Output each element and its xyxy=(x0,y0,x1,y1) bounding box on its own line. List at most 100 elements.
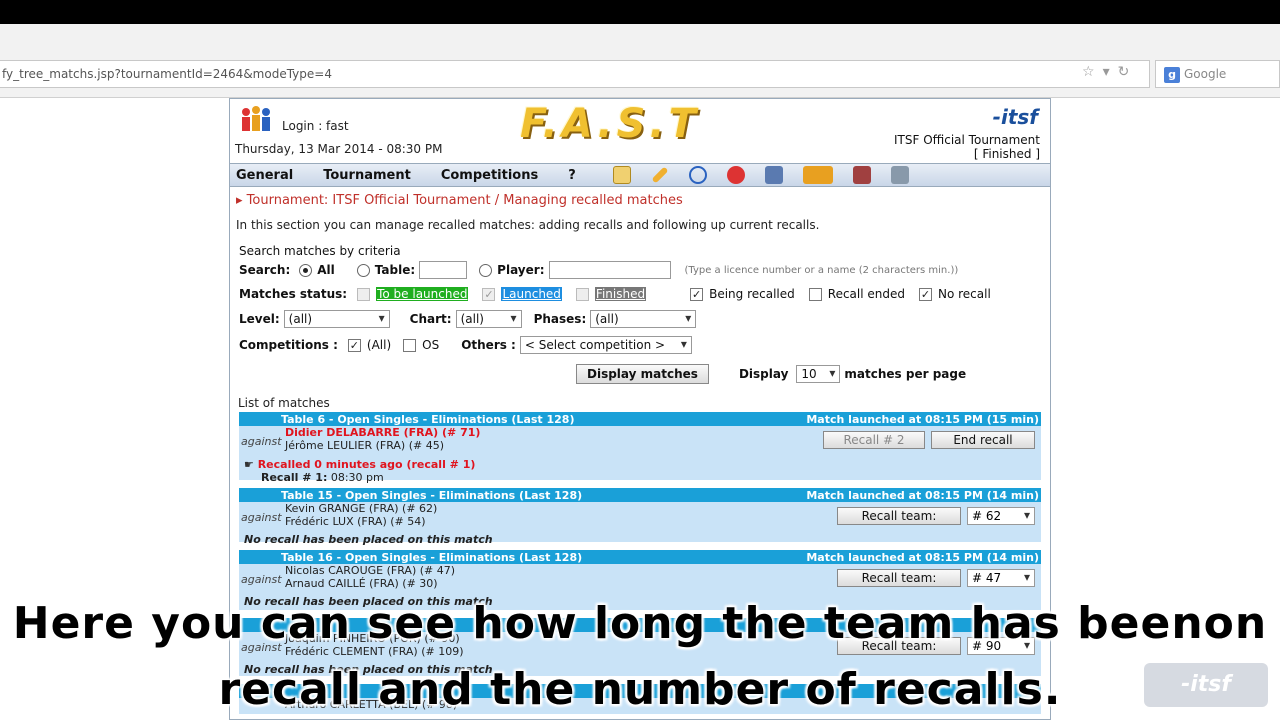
competitions-row: Competitions : ✓ (All) OS Others : < Sel… xyxy=(239,332,1041,358)
search-section-label: Search matches by criteria xyxy=(239,244,401,258)
recall-time-value: 08:30 pm xyxy=(330,471,384,484)
match-launched: Match launched at 08:15 PM (15 min) xyxy=(806,412,1039,426)
recall-again-button[interactable]: Recall # 2 xyxy=(823,431,925,449)
match-title: Table 15 - Open Singles - Eliminations (… xyxy=(281,488,583,502)
no-recall-note: No recall has been placed on this match xyxy=(244,533,493,546)
status-launched: Launched xyxy=(501,287,562,301)
nav-tournament[interactable]: Tournament xyxy=(317,168,417,183)
radio-all[interactable] xyxy=(299,263,313,277)
display-matches-button[interactable]: Display matches xyxy=(576,364,709,384)
address-bar[interactable]: fy_tree_matchs.jsp?tournamentId=2464&mod… xyxy=(0,60,1150,88)
address-bar-icons: ☆ ▾ ↻ xyxy=(1082,64,1129,80)
search-icon[interactable] xyxy=(689,166,707,184)
check-launched[interactable]: ✓ xyxy=(482,287,496,301)
search-engine-label: Google xyxy=(1184,67,1227,81)
others-label: Others : xyxy=(461,338,516,352)
foosball-table-icon[interactable] xyxy=(853,166,871,184)
reload-icon[interactable]: ↻ xyxy=(1118,64,1130,80)
phases-select[interactable]: (all) xyxy=(590,310,697,328)
match-header: Table 15 - Open Singles - Eliminations (… xyxy=(239,488,1041,502)
dropdown-arrow-icon[interactable]: ▾ xyxy=(1103,64,1110,80)
check-comp-all[interactable]: ✓ xyxy=(347,338,361,352)
table-swap-icon[interactable] xyxy=(765,166,783,184)
match-header: Table 16 - Open Singles - Eliminations (… xyxy=(239,550,1041,564)
match-header: Table 6 - Open Singles - Eliminations (L… xyxy=(239,412,1041,426)
match-card: Table 15 - Open Singles - Eliminations (… xyxy=(239,488,1041,546)
comp-os-label: OS xyxy=(422,338,440,352)
chart-select[interactable]: (all) xyxy=(455,310,522,328)
radio-all-label: All xyxy=(317,263,335,277)
status-to-be-launched: To be launched xyxy=(376,287,469,301)
no-recall-label: No recall xyxy=(938,287,991,301)
recall-team-select[interactable]: # 47 xyxy=(967,569,1035,587)
status-label: Matches status: xyxy=(239,287,348,301)
app-header: Login : fast Thursday, 13 Mar 2014 - 08:… xyxy=(230,99,1050,163)
login-label: Login : fast xyxy=(282,119,349,133)
recall-status: ☛ Recalled 0 minutes ago (recall # 1) xyxy=(239,452,1041,471)
pencil-icon[interactable] xyxy=(651,166,669,184)
check-recall-ended[interactable] xyxy=(808,287,822,301)
level-select[interactable]: (all) xyxy=(283,310,390,328)
recall-team-select[interactable]: # 62 xyxy=(967,507,1035,525)
players-icon[interactable] xyxy=(727,166,745,184)
check-to-be-launched[interactable] xyxy=(357,287,371,301)
radio-table-label: Table: xyxy=(374,263,416,277)
match-actions: Recall team: # 62 xyxy=(837,507,1035,525)
check-being-recalled[interactable]: ✓ xyxy=(690,287,704,301)
competitions-label: Competitions : xyxy=(239,338,338,352)
recall-time-label: Recall # 1: xyxy=(261,471,328,484)
against-label: against xyxy=(241,435,282,448)
match-actions: Recall team: # 47 xyxy=(837,569,1035,587)
radio-table[interactable] xyxy=(356,263,370,277)
caption-line-2: recall and the number of recalls. xyxy=(218,664,1062,715)
nav-general[interactable]: General xyxy=(230,168,299,183)
match-title: Table 6 - Open Singles - Eliminations (L… xyxy=(281,412,575,426)
transfer-icon[interactable] xyxy=(803,166,833,184)
table-input[interactable] xyxy=(419,261,468,279)
display-row: Display matches Display 10 matches per p… xyxy=(239,358,1041,390)
google-g-icon: g xyxy=(1164,67,1180,83)
recall-team-button[interactable]: Recall team: xyxy=(837,569,961,587)
comp-all-label: (All) xyxy=(366,338,392,352)
list-title: List of matches xyxy=(238,396,330,410)
chart-label: Chart: xyxy=(409,312,452,326)
bookmark-star-icon[interactable]: ☆ xyxy=(1082,64,1095,80)
breadcrumb-text[interactable]: Tournament: ITSF Official Tournament / M… xyxy=(247,193,683,208)
search-row: Search: All Table: Player: (Type a licen… xyxy=(239,258,1041,282)
intro-text: In this section you can manage recalled … xyxy=(236,218,820,232)
being-recalled-label: Being recalled xyxy=(709,287,795,301)
status-row: Matches status: To be launched ✓ Launche… xyxy=(239,282,1041,306)
match-launched: Match launched at 08:15 PM (14 min) xyxy=(806,550,1039,564)
player-input[interactable] xyxy=(548,261,671,279)
recall-team-button[interactable]: Recall team: xyxy=(837,507,961,525)
radio-player[interactable] xyxy=(479,263,493,277)
nav-icon-bar xyxy=(613,166,909,184)
breadcrumb: ▸ Tournament: ITSF Official Tournament /… xyxy=(236,193,683,208)
screens-icon[interactable] xyxy=(891,166,909,184)
browser-search-box[interactable]: g Google xyxy=(1155,60,1280,88)
end-recall-button[interactable]: End recall xyxy=(931,431,1035,449)
search-form: Search matches by criteria Search: All T… xyxy=(230,244,1050,390)
match-actions: Recall # 2 End recall xyxy=(823,431,1035,449)
search-label: Search: xyxy=(239,263,291,277)
recall-ended-label: Recall ended xyxy=(827,287,905,301)
nav-competitions[interactable]: Competitions xyxy=(435,168,544,183)
tournament-name: ITSF Official Tournament xyxy=(894,133,1040,147)
check-finished[interactable] xyxy=(575,287,589,301)
main-nav: General Tournament Competitions ? xyxy=(230,163,1050,187)
nav-help[interactable]: ? xyxy=(562,168,582,183)
against-label: against xyxy=(241,511,282,524)
players-logo-icon xyxy=(242,106,270,131)
status-finished: Finished xyxy=(594,287,647,301)
filter-row: Level: (all) Chart: (all) Phases: (all) xyxy=(239,306,1041,332)
fast-logo: F.A.S.T xyxy=(520,101,700,147)
match-card: Table 6 - Open Singles - Eliminations (L… xyxy=(239,412,1041,484)
check-comp-os[interactable] xyxy=(403,338,417,352)
others-select[interactable]: < Select competition > xyxy=(519,336,692,354)
caption-line-1: Here you can see how long the team has b… xyxy=(12,598,1268,649)
check-no-recall[interactable]: ✓ xyxy=(919,287,932,301)
display-label: Display xyxy=(738,367,789,381)
home-icon[interactable] xyxy=(613,166,631,184)
per-page-select[interactable]: 10 xyxy=(796,365,841,383)
match-title: Table 16 - Open Singles - Eliminations (… xyxy=(281,550,583,564)
